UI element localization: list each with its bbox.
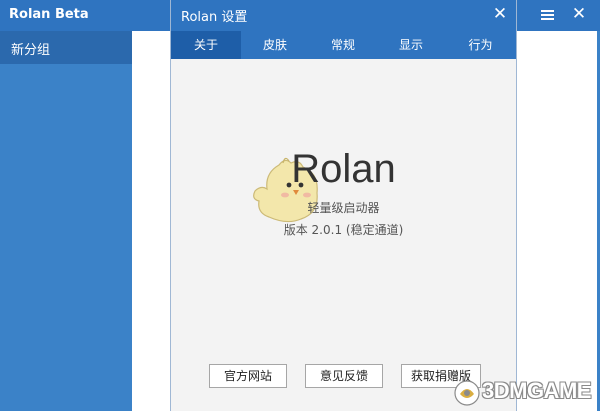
app-tagline: 轻量级启动器	[307, 201, 380, 215]
watermark-text: 3DMGAME	[482, 378, 591, 403]
settings-dialog: Rolan 设置 ✕ 关于 皮肤 常规 显示 行为 Rolan 轻量级启动器 版…	[170, 0, 517, 411]
close-icon[interactable]: ✕	[568, 3, 590, 25]
dialog-title: Rolan 设置	[181, 10, 248, 25]
sidebar: 新分组	[0, 31, 132, 411]
tab-display[interactable]: 显示	[377, 31, 445, 59]
close-icon[interactable]: ✕	[489, 3, 511, 25]
3dm-logo-icon	[454, 380, 480, 406]
main-window-title: Rolan Beta	[9, 7, 89, 22]
hamburger-icon[interactable]	[537, 4, 559, 26]
desktop: Rolan Beta ✕ 新分组 Rolan 设置 ✕ 关于 皮肤 常规 显示 …	[0, 0, 600, 411]
tab-skin[interactable]: 皮肤	[241, 31, 309, 59]
sidebar-item-label: 新分组	[11, 43, 51, 58]
app-version: 版本 2.0.1 (稳定通道)	[283, 223, 404, 237]
dialog-title-bar: Rolan 设置 ✕	[171, 0, 516, 31]
tab-bar: 关于 皮肤 常规 显示 行为	[171, 31, 516, 59]
watermark: 3DMGAME	[452, 376, 598, 410]
official-website-button[interactable]: 官方网站	[209, 364, 287, 388]
sidebar-item-group[interactable]: 新分组	[0, 31, 132, 64]
tab-about[interactable]: 关于	[171, 31, 241, 59]
app-name: Rolan	[291, 147, 396, 191]
tab-general[interactable]: 常规	[309, 31, 377, 59]
feedback-button[interactable]: 意见反馈	[305, 364, 383, 388]
main-content-area	[517, 31, 600, 411]
about-panel: Rolan 轻量级启动器 版本 2.0.1 (稳定通道)	[171, 59, 516, 411]
tab-behavior[interactable]: 行为	[445, 31, 516, 59]
